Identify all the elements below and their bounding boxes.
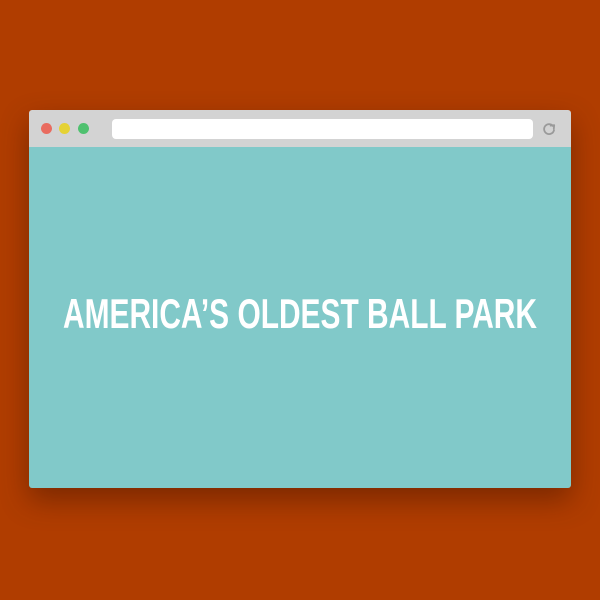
maximize-window-button[interactable] bbox=[78, 123, 89, 134]
address-bar[interactable] bbox=[112, 119, 533, 139]
web-page-content: AMERICA’S OLDEST BALL PARK bbox=[29, 147, 571, 488]
close-window-button[interactable] bbox=[41, 123, 52, 134]
page-headline: AMERICA’S OLDEST BALL PARK bbox=[63, 290, 537, 337]
browser-window: AMERICA’S OLDEST BALL PARK bbox=[29, 110, 571, 488]
headline-text: AMERICA’S OLDEST BALL PARK bbox=[63, 290, 537, 337]
reload-icon[interactable] bbox=[541, 121, 557, 137]
reload-icon-svg bbox=[543, 123, 556, 135]
browser-title-bar bbox=[29, 110, 571, 147]
minimize-window-button[interactable] bbox=[59, 123, 70, 134]
